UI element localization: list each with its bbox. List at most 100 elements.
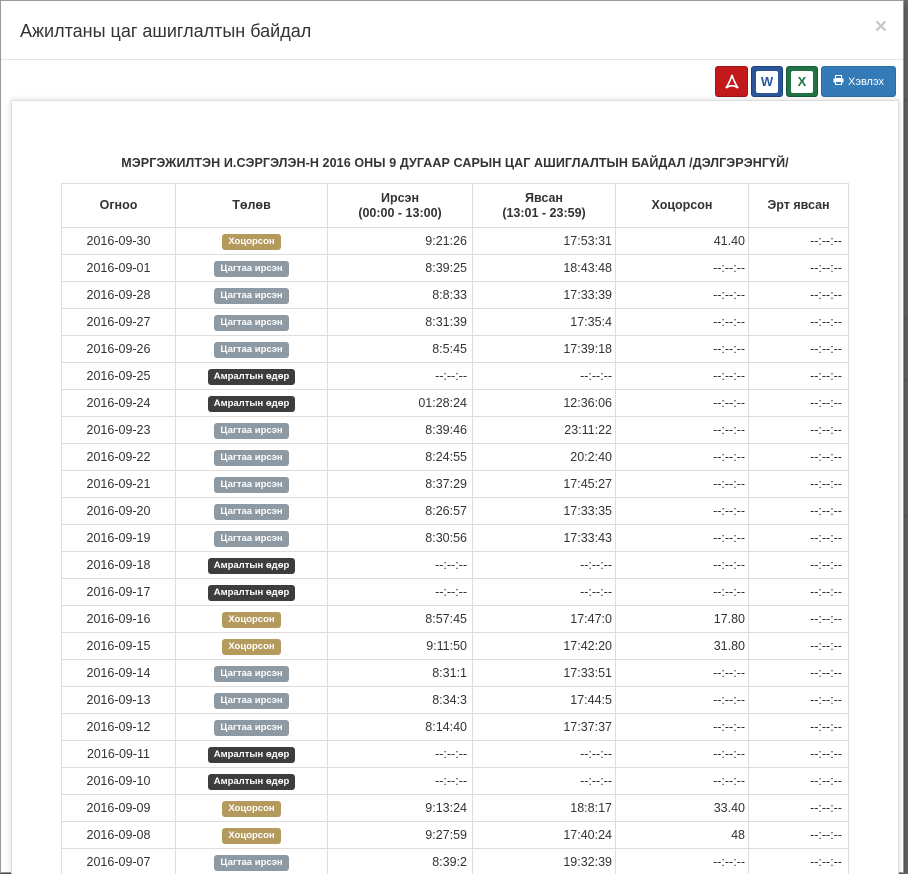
row-early-leave: --:--:--: [749, 228, 849, 255]
status-badge: Цагтаа ирсэн: [214, 666, 288, 682]
attendance-table: Огноо Төлөв Ирсэн (00:00 - 13:00) Явсан …: [61, 183, 849, 874]
status-badge: Цагтаа ирсэн: [214, 315, 288, 331]
row-status: Цагтаа ирсэн: [176, 660, 328, 687]
row-late-minutes: --:--:--: [616, 363, 749, 390]
row-status: Цагтаа ирсэн: [176, 687, 328, 714]
row-date: 2016-09-15: [62, 633, 176, 660]
table-row: 2016-09-12Цагтаа ирсэн8:14:4017:37:37--:…: [62, 714, 849, 741]
row-departure-time: 17:35:4: [473, 309, 616, 336]
row-arrival-time: 8:57:45: [328, 606, 473, 633]
table-row: 2016-09-20Цагтаа ирсэн8:26:5717:33:35--:…: [62, 498, 849, 525]
export-pdf-button[interactable]: [715, 66, 748, 97]
row-late-minutes: --:--:--: [616, 498, 749, 525]
row-departure-time: 17:39:18: [473, 336, 616, 363]
row-arrival-time: 8:37:29: [328, 471, 473, 498]
export-word-button[interactable]: W: [751, 66, 783, 97]
row-early-leave: --:--:--: [749, 336, 849, 363]
column-header-status: Төлөв: [176, 184, 328, 228]
status-badge: Цагтаа ирсэн: [214, 504, 288, 520]
row-status: Цагтаа ирсэн: [176, 714, 328, 741]
row-late-minutes: --:--:--: [616, 417, 749, 444]
row-status: Цагтаа ирсэн: [176, 255, 328, 282]
row-late-minutes: 41.40: [616, 228, 749, 255]
row-late-minutes: --:--:--: [616, 660, 749, 687]
status-badge: Амралтын өдөр: [208, 369, 296, 385]
column-header-out-range: (13:01 - 23:59): [473, 206, 615, 221]
row-early-leave: --:--:--: [749, 417, 849, 444]
row-date: 2016-09-12: [62, 714, 176, 741]
status-badge: Цагтаа ирсэн: [214, 477, 288, 493]
row-status: Цагтаа ирсэн: [176, 849, 328, 874]
status-badge: Цагтаа ирсэн: [214, 720, 288, 736]
status-badge: Хоцорсон: [222, 801, 280, 817]
table-row: 2016-09-17Амралтын өдөр--:--:----:--:---…: [62, 579, 849, 606]
export-excel-button[interactable]: X: [786, 66, 818, 97]
column-header-in-range: (00:00 - 13:00): [328, 206, 472, 221]
row-late-minutes: --:--:--: [616, 768, 749, 795]
row-arrival-time: 8:39:46: [328, 417, 473, 444]
status-badge: Цагтаа ирсэн: [214, 261, 288, 277]
print-label: Хэвлэх: [848, 76, 884, 88]
row-date: 2016-09-28: [62, 282, 176, 309]
row-arrival-time: --:--:--: [328, 768, 473, 795]
row-arrival-time: 8:8:33: [328, 282, 473, 309]
row-late-minutes: 33.40: [616, 795, 749, 822]
table-row: 2016-09-07Цагтаа ирсэн8:39:219:32:39--:-…: [62, 849, 849, 874]
row-arrival-time: 8:34:3: [328, 687, 473, 714]
status-badge: Амралтын өдөр: [208, 558, 296, 574]
row-late-minutes: --:--:--: [616, 849, 749, 874]
row-early-leave: --:--:--: [749, 633, 849, 660]
status-badge: Хоцорсон: [222, 234, 280, 250]
row-departure-time: 20:2:40: [473, 444, 616, 471]
row-arrival-time: 8:14:40: [328, 714, 473, 741]
row-departure-time: 17:37:37: [473, 714, 616, 741]
row-late-minutes: 17.80: [616, 606, 749, 633]
row-early-leave: --:--:--: [749, 444, 849, 471]
table-row: 2016-09-11Амралтын өдөр--:--:----:--:---…: [62, 741, 849, 768]
row-arrival-time: --:--:--: [328, 363, 473, 390]
table-row: 2016-09-10Амралтын өдөр--:--:----:--:---…: [62, 768, 849, 795]
row-arrival-time: 8:31:39: [328, 309, 473, 336]
row-status: Хоцорсон: [176, 795, 328, 822]
status-badge: Цагтаа ирсэн: [214, 531, 288, 547]
column-header-late: Хоцорсон: [616, 184, 749, 228]
row-date: 2016-09-17: [62, 579, 176, 606]
row-late-minutes: --:--:--: [616, 336, 749, 363]
row-arrival-time: 9:11:50: [328, 633, 473, 660]
row-status: Хоцорсон: [176, 633, 328, 660]
table-row: 2016-09-08Хоцорсон9:27:5917:40:2448--:--…: [62, 822, 849, 849]
row-date: 2016-09-24: [62, 390, 176, 417]
table-row: 2016-09-14Цагтаа ирсэн8:31:117:33:51--:-…: [62, 660, 849, 687]
row-departure-time: --:--:--: [473, 363, 616, 390]
printer-glyph: [833, 75, 844, 85]
row-date: 2016-09-26: [62, 336, 176, 363]
status-badge: Амралтын өдөр: [208, 774, 296, 790]
status-badge: Хоцорсон: [222, 828, 280, 844]
row-date: 2016-09-07: [62, 849, 176, 874]
row-early-leave: --:--:--: [749, 849, 849, 874]
row-departure-time: 17:33:35: [473, 498, 616, 525]
row-date: 2016-09-23: [62, 417, 176, 444]
row-late-minutes: --:--:--: [616, 444, 749, 471]
row-departure-time: 17:45:27: [473, 471, 616, 498]
row-departure-time: 17:47:0: [473, 606, 616, 633]
attendance-modal: Ажилтаны цаг ашиглалтын байдал × W X: [0, 0, 904, 873]
row-date: 2016-09-01: [62, 255, 176, 282]
column-header-early: Эрт явсан: [749, 184, 849, 228]
print-button[interactable]: Хэвлэх: [821, 66, 896, 97]
row-departure-time: 17:33:51: [473, 660, 616, 687]
table-row: 2016-09-22Цагтаа ирсэн8:24:5520:2:40--:-…: [62, 444, 849, 471]
table-row: 2016-09-09Хоцорсон9:13:2418:8:1733.40--:…: [62, 795, 849, 822]
row-date: 2016-09-22: [62, 444, 176, 471]
row-late-minutes: --:--:--: [616, 255, 749, 282]
table-row: 2016-09-27Цагтаа ирсэн8:31:3917:35:4--:-…: [62, 309, 849, 336]
row-early-leave: --:--:--: [749, 309, 849, 336]
column-header-in-title: Ирсэн: [328, 191, 472, 206]
print-icon: [833, 75, 844, 88]
status-badge: Амралтын өдөр: [208, 396, 296, 412]
row-late-minutes: 31.80: [616, 633, 749, 660]
close-button[interactable]: ×: [875, 15, 887, 39]
row-departure-time: 19:32:39: [473, 849, 616, 874]
row-late-minutes: --:--:--: [616, 687, 749, 714]
row-status: Амралтын өдөр: [176, 741, 328, 768]
